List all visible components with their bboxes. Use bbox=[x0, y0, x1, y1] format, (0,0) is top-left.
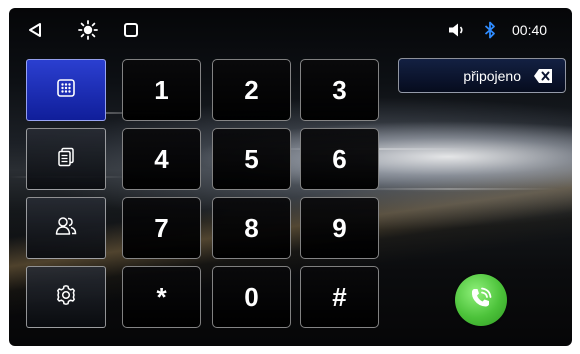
key-label: 8 bbox=[244, 212, 259, 243]
call-log-icon bbox=[56, 147, 76, 172]
key-label: 7 bbox=[154, 212, 169, 243]
key-label: 2 bbox=[244, 74, 259, 105]
key-9[interactable]: 9 bbox=[300, 197, 379, 259]
key-label: 9 bbox=[332, 212, 347, 243]
backspace-icon[interactable] bbox=[533, 68, 553, 84]
key-star[interactable]: * bbox=[122, 266, 201, 328]
key-label: 3 bbox=[332, 74, 347, 105]
key-2[interactable]: 2 bbox=[212, 59, 291, 121]
key-8[interactable]: 8 bbox=[212, 197, 291, 259]
connection-status-text: připojeno bbox=[463, 67, 521, 84]
key-label: # bbox=[332, 281, 347, 312]
square-icon[interactable] bbox=[119, 8, 143, 52]
clock-time: 00:40 bbox=[512, 22, 548, 38]
key-0[interactable]: 0 bbox=[212, 266, 291, 328]
key-1[interactable]: 1 bbox=[122, 59, 201, 121]
key-5[interactable]: 5 bbox=[212, 128, 291, 190]
bluetooth-icon bbox=[481, 8, 499, 52]
status-bar: 00:40 bbox=[9, 8, 572, 52]
contacts-icon bbox=[55, 216, 77, 241]
volume-icon[interactable] bbox=[446, 8, 468, 52]
key-label: 6 bbox=[332, 143, 347, 174]
key-label: * bbox=[156, 281, 167, 312]
brightness-icon[interactable] bbox=[75, 8, 101, 52]
back-icon[interactable] bbox=[23, 8, 47, 52]
key-4[interactable]: 4 bbox=[122, 128, 201, 190]
phone-dialer-screen: 00:40 1 2 3 4 5 6 7 8 9 * 0 # připojeno bbox=[9, 8, 572, 346]
sidebar-item-call-log[interactable] bbox=[26, 128, 106, 190]
phone-call-icon bbox=[468, 285, 494, 316]
key-label: 0 bbox=[244, 281, 259, 312]
sidebar-item-dialpad[interactable] bbox=[26, 59, 106, 121]
dialpad-icon bbox=[57, 78, 75, 102]
key-label: 4 bbox=[154, 143, 169, 174]
key-hash[interactable]: # bbox=[300, 266, 379, 328]
key-3[interactable]: 3 bbox=[300, 59, 379, 121]
sidebar-item-settings[interactable] bbox=[26, 266, 106, 328]
number-display: připojeno bbox=[398, 58, 566, 93]
gear-icon bbox=[55, 284, 77, 311]
key-label: 1 bbox=[154, 74, 169, 105]
key-6[interactable]: 6 bbox=[300, 128, 379, 190]
call-button[interactable] bbox=[455, 274, 507, 326]
key-label: 5 bbox=[244, 143, 259, 174]
key-7[interactable]: 7 bbox=[122, 197, 201, 259]
sidebar-item-contacts[interactable] bbox=[26, 197, 106, 259]
